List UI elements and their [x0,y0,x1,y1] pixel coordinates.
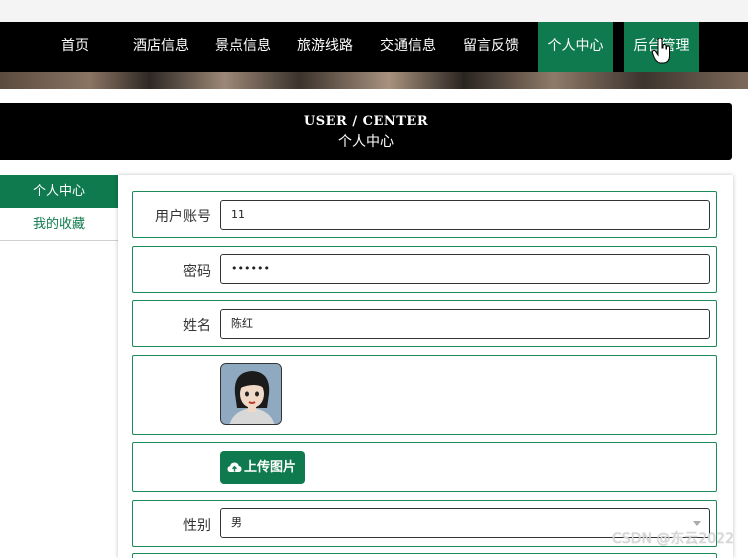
form-row-upload: 上传图片 [132,442,717,492]
upload-image-button[interactable]: 上传图片 [220,451,305,484]
name-input[interactable]: 陈红 [220,309,710,339]
page-title-en: USER / CENTER [303,114,429,129]
sidebar-item-user-center[interactable]: 个人中心 [0,175,118,208]
page-header: USER / CENTER 个人中心 [0,103,732,160]
cloud-upload-icon [227,462,242,472]
banner-image [0,72,748,89]
upload-button-label: 上传图片 [244,460,297,475]
form-row-next [132,553,717,558]
hand-cursor-icon [652,38,670,64]
name-label: 姓名 [183,318,211,334]
nav-item-user-center[interactable]: 个人中心 [538,22,613,72]
gender-label: 性别 [183,518,211,534]
nav-item-hotel[interactable]: 酒店信息 [128,22,194,72]
nav-item-routes[interactable]: 旅游线路 [292,22,358,72]
password-label: 密码 [183,264,211,280]
sidebar: 个人中心 我的收藏 [0,175,118,241]
nav-item-attractions[interactable]: 景点信息 [210,22,276,72]
nav-item-feedback[interactable]: 留言反馈 [458,22,524,72]
avatar [220,363,282,425]
account-input[interactable]: 11 [220,200,710,230]
form-row-account: 用户账号 11 [132,191,717,238]
nav-item-transport[interactable]: 交通信息 [375,22,441,72]
form-row-password: 密码 •••••• [132,246,717,293]
watermark: CSDN @东云2022 [612,531,734,547]
chevron-down-icon [693,521,701,526]
sidebar-item-favorites[interactable]: 我的收藏 [0,208,118,241]
browser-top-strip [0,0,748,22]
form-row-avatar [132,355,717,435]
form-row-name: 姓名 陈红 [132,300,717,347]
nav-item-home[interactable]: 首页 [50,22,100,72]
avatar-illustration [221,364,281,424]
gender-select-value: 男 [231,516,242,529]
account-label: 用户账号 [155,209,211,225]
password-input[interactable]: •••••• [220,254,710,284]
main-nav: 首页 酒店信息 景点信息 旅游线路 交通信息 留言反馈 个人中心 后台管理 [0,22,748,72]
page-title-cn: 个人中心 [338,134,394,150]
